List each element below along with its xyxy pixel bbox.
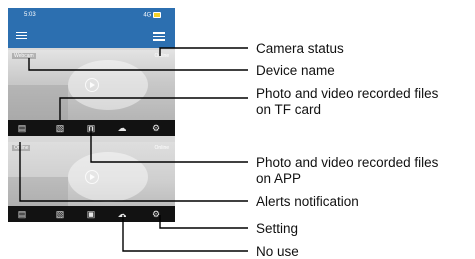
no-use-label: No use <box>256 244 299 259</box>
app-files-label-line1: Photo and video recorded files <box>256 155 439 170</box>
app-files-line <box>90 127 248 163</box>
tf-card-line <box>59 97 248 120</box>
no-use-line <box>122 215 248 252</box>
camera-status-line <box>159 47 248 56</box>
alerts-label: Alerts notification <box>256 194 359 209</box>
callout-lines <box>19 47 248 252</box>
tf-card-label-line1: Photo and video recorded files <box>256 86 439 101</box>
device-name-label: Device name <box>256 63 335 78</box>
device-name-line <box>28 58 248 71</box>
setting-label: Setting <box>256 221 299 236</box>
setting-line <box>159 215 248 229</box>
alerts-line <box>19 142 248 202</box>
app-files-label-line2: on APP <box>256 171 302 186</box>
camera-status-label: Camera status <box>256 41 344 56</box>
tf-card-label-line2: on TF card <box>256 102 322 117</box>
